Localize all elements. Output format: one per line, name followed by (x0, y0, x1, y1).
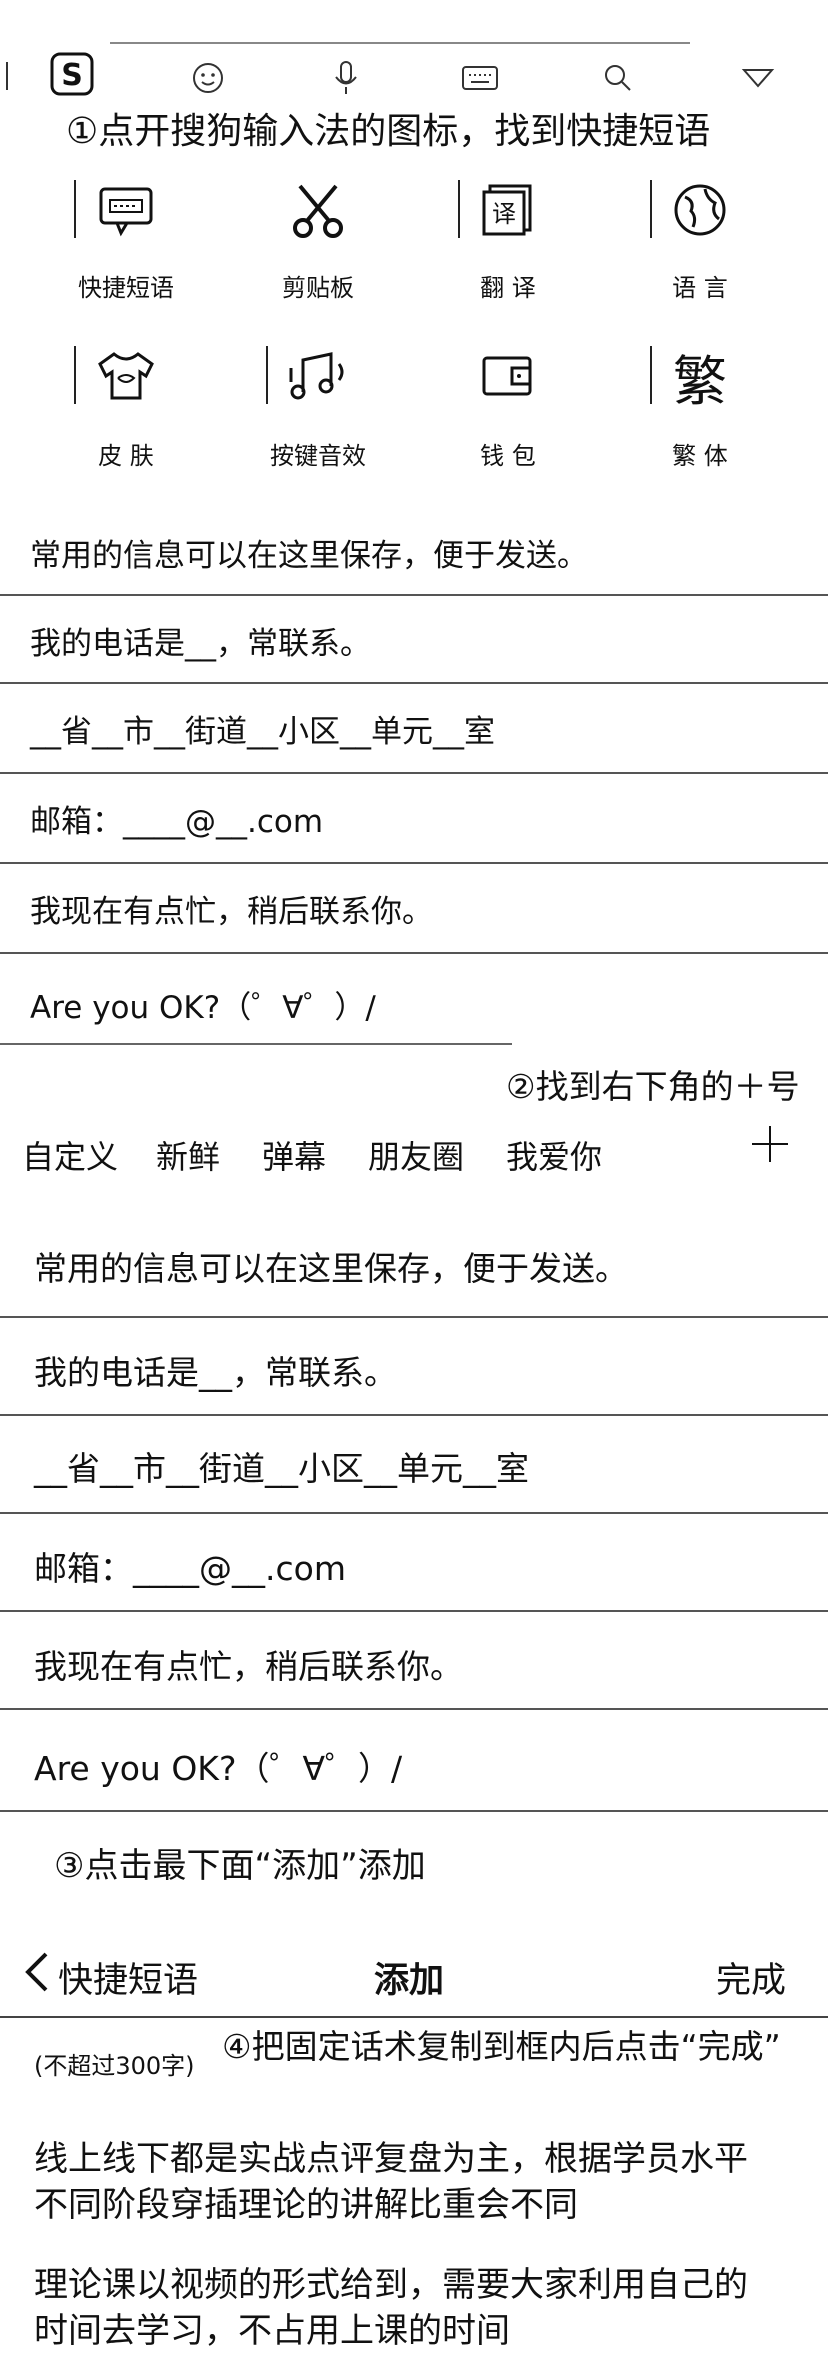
list-item[interactable]: __省__市__街道__小区__单元__室 (0, 684, 828, 774)
step1-caption: ①点开搜狗输入法的图标，找到快捷短语 (66, 111, 711, 152)
list-item[interactable]: 邮箱：____@__.com (0, 1514, 828, 1612)
toolbar-divider (110, 42, 690, 44)
quick-phrase-icon[interactable] (90, 174, 162, 246)
plus-icon (752, 1126, 788, 1162)
collapse-icon[interactable] (738, 58, 778, 98)
list-item[interactable]: 我现在有点忙，稍后联系你。 (0, 1612, 828, 1710)
emoji-icon[interactable] (188, 58, 228, 98)
list-item[interactable]: Are you OK?（゜∀゜）/ (0, 954, 828, 1044)
list-item[interactable]: 常用的信息可以在这里保存，便于发送。 (0, 1218, 828, 1318)
globe-icon[interactable] (664, 174, 736, 246)
traditional-char-icon[interactable]: 繁 (660, 336, 740, 416)
add-phrase-button[interactable] (748, 1122, 792, 1166)
tab-custom[interactable]: 自定义 (22, 1132, 118, 1178)
list-item[interactable]: __省__市__街道__小区__单元__室 (0, 1416, 828, 1514)
nav-divider (0, 2016, 828, 2018)
keyboard-icon[interactable] (460, 58, 500, 98)
list-item[interactable]: 我现在有点忙，稍后联系你。 (0, 864, 828, 954)
editor-paragraph: 理论课以视频的形式给到，需要大家利用自己的 时间去学习，不占用上课的时间 (34, 2265, 748, 2351)
back-button[interactable]: 快捷短语 (58, 1952, 198, 2003)
list-item[interactable]: 我的电话是__，常联系。 (0, 1318, 828, 1416)
search-icon[interactable] (598, 58, 638, 98)
done-button[interactable]: 完成 (716, 1952, 786, 2003)
tshirt-icon[interactable] (90, 340, 162, 412)
translate-icon[interactable]: 译 (472, 174, 544, 246)
tile-label-clipboard: 剪贴板 (282, 274, 354, 302)
list-item[interactable]: 邮箱：____@__.com (0, 774, 828, 864)
tile-label-quick-phrase: 快捷短语 (78, 274, 174, 302)
tile-label-wallet: 钱 包 (480, 442, 536, 470)
sogou-logo-icon[interactable]: S (48, 50, 96, 98)
microphone-icon[interactable] (326, 58, 366, 98)
list-item[interactable]: Are you OK?（゜∀゜）/ (0, 1710, 828, 1812)
list-item[interactable]: 常用的信息可以在这里保存，便于发送。 (0, 508, 828, 596)
svg-text:S: S (61, 58, 83, 93)
editor-paragraph: 线上线下都是实战点评复盘为主，根据学员水平 不同阶段穿插理论的讲解比重会不同 (34, 2139, 748, 2225)
edge-mark (6, 62, 8, 90)
tab-danmaku[interactable]: 弹幕 (262, 1132, 326, 1178)
char-limit-hint: (不超过300字) (34, 2052, 195, 2080)
list-item[interactable]: 我的电话是__，常联系。 (0, 596, 828, 684)
page-title: 添加 (374, 1961, 445, 2001)
wallet-icon[interactable] (472, 340, 544, 412)
tile-label-translate: 翻 译 (480, 274, 536, 302)
step3-caption: ③点击最下面“添加”添加 (54, 1846, 426, 1886)
music-icon[interactable] (282, 340, 354, 412)
tab-fresh[interactable]: 新鲜 (156, 1132, 220, 1178)
step4-caption: ④把固定话术复制到框内后点击“完成” (222, 2027, 781, 2066)
tile-label-traditional: 繁 体 (672, 442, 728, 470)
tile-label-skin: 皮 肤 (98, 442, 154, 470)
scissors-icon[interactable] (282, 174, 354, 246)
step2-caption: ②找到右下角的＋号 (506, 1067, 800, 1106)
svg-text:译: 译 (492, 200, 516, 228)
tile-label-language: 语 言 (672, 274, 728, 302)
tab-moments[interactable]: 朋友圈 (368, 1132, 464, 1178)
tab-love-you[interactable]: 我爱你 (506, 1132, 602, 1178)
tile-label-key-sound: 按键音效 (270, 442, 366, 470)
back-icon[interactable] (20, 1950, 54, 1994)
